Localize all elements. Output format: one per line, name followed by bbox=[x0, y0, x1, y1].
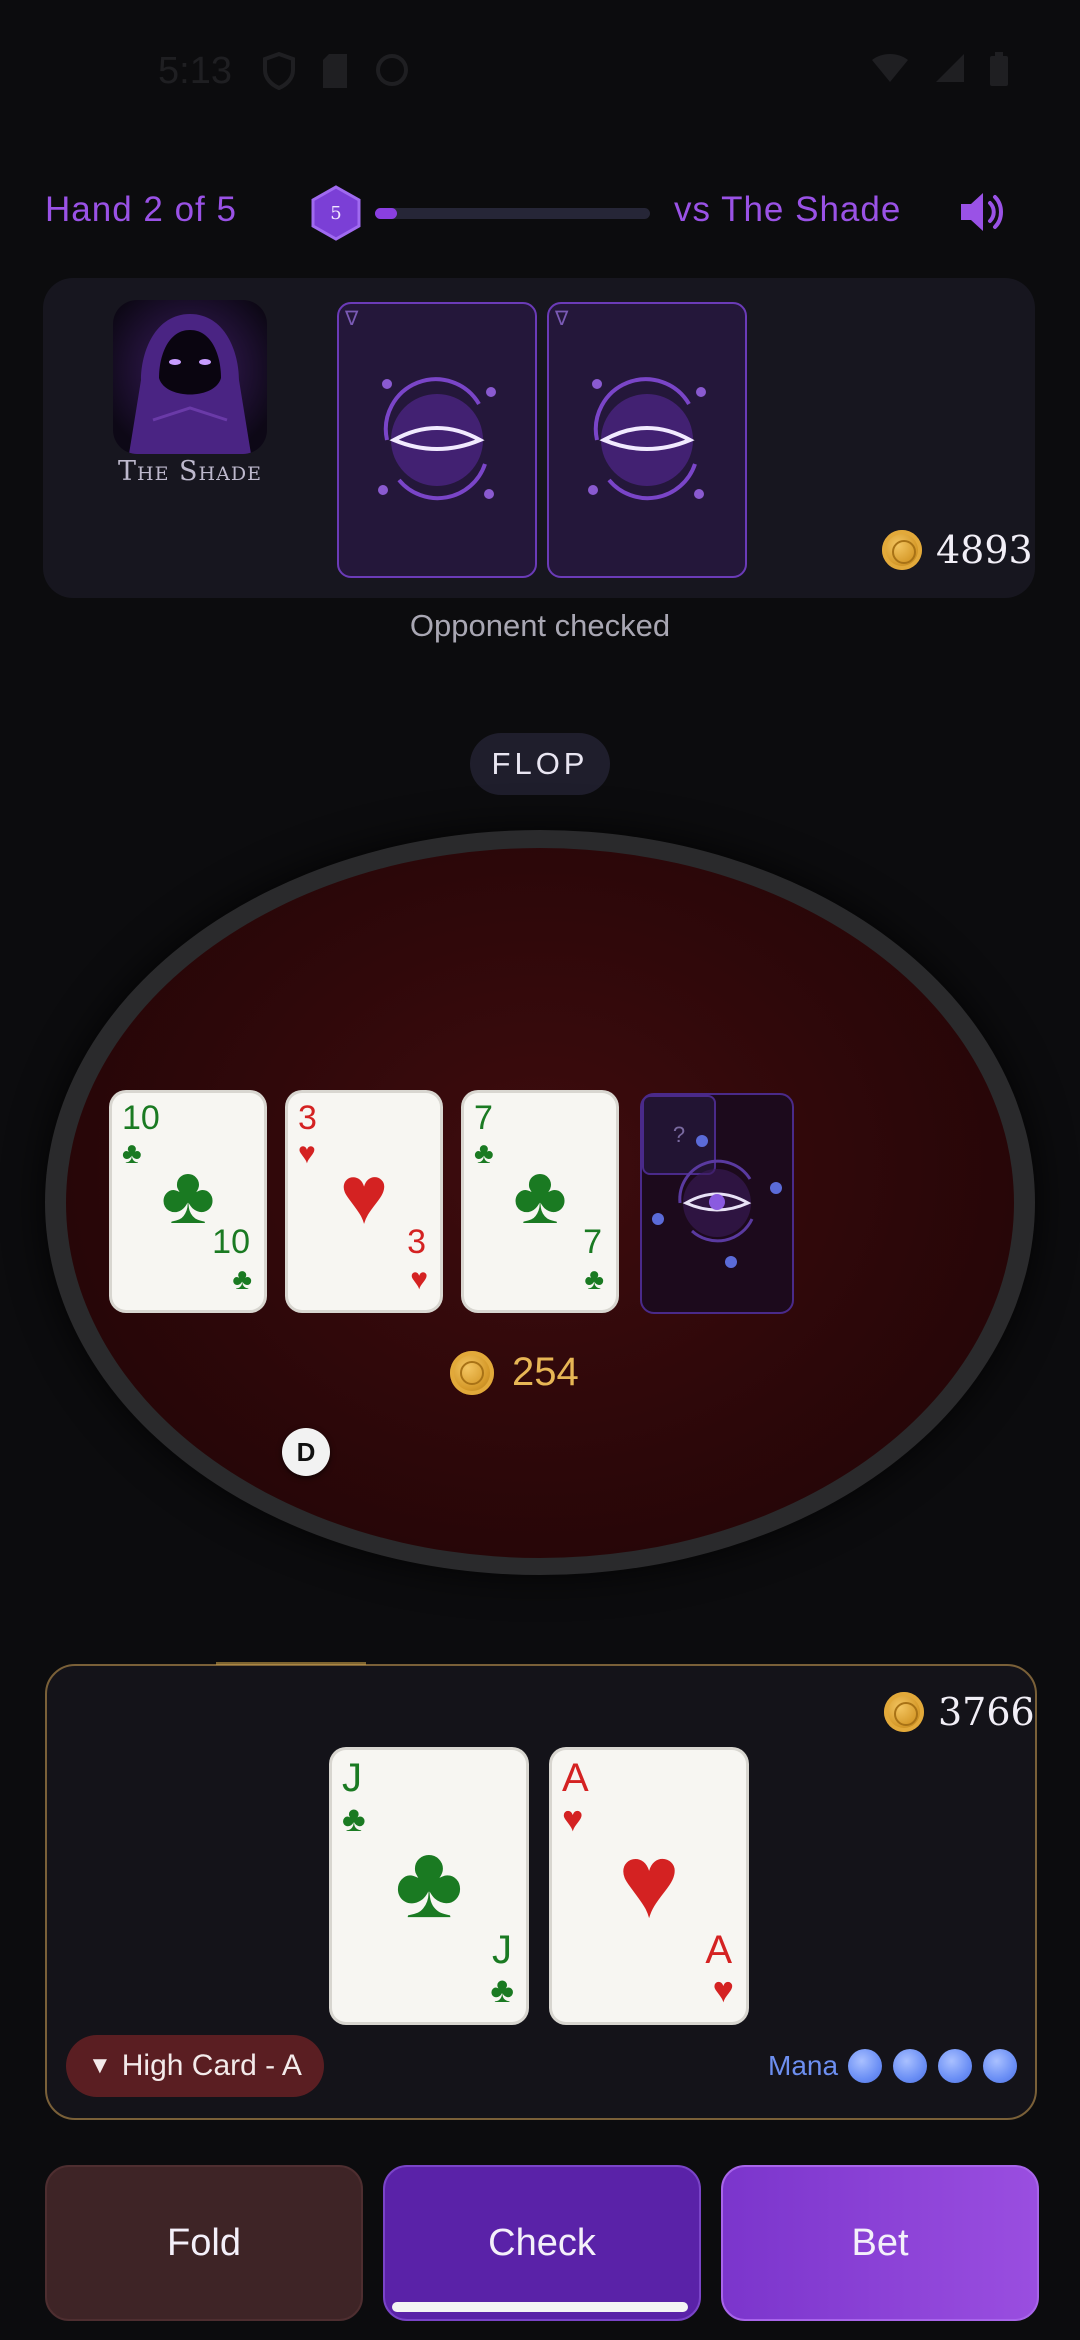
check-label: Check bbox=[488, 2221, 596, 2264]
pot-amount: 254 bbox=[512, 1350, 579, 1394]
mana-label: Mana bbox=[768, 2050, 839, 2081]
mana-orb bbox=[893, 2049, 927, 2083]
bet-button[interactable]: Bet bbox=[721, 2165, 1039, 2321]
card-rank: J bbox=[492, 1928, 512, 1972]
app-icon bbox=[376, 54, 408, 86]
card-rank: 3 bbox=[298, 1099, 317, 1137]
card-center-suit: ♥ bbox=[618, 1824, 680, 1940]
card-rank: 10 bbox=[212, 1223, 250, 1261]
coin-icon bbox=[450, 1350, 494, 1395]
opponent-chips: 4893 bbox=[936, 528, 1033, 572]
card-rank: 7 bbox=[474, 1099, 493, 1137]
dealer-button: D bbox=[282, 1428, 330, 1476]
player-chips: 3766 bbox=[938, 1690, 1035, 1734]
battery-icon bbox=[990, 52, 1008, 86]
card-suit: ♥ bbox=[712, 1969, 734, 2010]
mana-orb bbox=[938, 2049, 972, 2083]
pot-display: 254 bbox=[450, 1350, 579, 1395]
hexagon-icon: 5 bbox=[311, 185, 361, 241]
caret-down-icon: ▼ bbox=[88, 2052, 112, 2079]
bet-label: Bet bbox=[851, 2221, 909, 2264]
card-suit: ♣ bbox=[490, 1969, 514, 2010]
card-rank: 3 bbox=[407, 1223, 426, 1261]
card-suit: ♣ bbox=[232, 1263, 252, 1296]
card-center-suit: ♣ bbox=[394, 1824, 464, 1940]
eye-emblem-icon bbox=[588, 377, 706, 501]
fold-button[interactable]: Fold bbox=[45, 2165, 363, 2321]
level-number: 5 bbox=[330, 203, 341, 224]
eye-emblem-icon bbox=[652, 1135, 782, 1268]
hand-rank-toggle[interactable]: ▼ High Card - A bbox=[66, 2035, 324, 2097]
card-rank: A bbox=[562, 1756, 589, 1800]
opponent-name: The Shade bbox=[118, 456, 262, 487]
card-rank: 7 bbox=[583, 1223, 602, 1261]
fold-label: Fold bbox=[167, 2221, 241, 2264]
board-card: 3 ♥ ♥ 3 ♥ bbox=[288, 1093, 440, 1310]
opponent-avatar bbox=[113, 300, 267, 454]
status-icons-left bbox=[262, 52, 410, 90]
check-button[interactable]: Check bbox=[383, 2165, 701, 2321]
hooded-figure-icon bbox=[113, 300, 267, 454]
player-hole-card[interactable]: A ♥ ♥ A ♥ bbox=[552, 1750, 746, 2022]
hand-rank-label: High Card - A bbox=[121, 2049, 302, 2082]
level-badge: 5 bbox=[310, 185, 362, 241]
opponent-hole-card: ∇ bbox=[547, 302, 747, 578]
hand-progress-fill bbox=[375, 208, 397, 219]
board-card: 7 ♣ ♣ 7 ♣ bbox=[464, 1093, 616, 1310]
coin-icon bbox=[882, 530, 922, 570]
hand-counter: Hand 2 of 5 bbox=[45, 190, 237, 229]
status-icons-right bbox=[870, 52, 1010, 88]
eye-emblem-icon bbox=[378, 377, 496, 501]
mana-orb bbox=[983, 2049, 1017, 2083]
sound-toggle-button[interactable] bbox=[955, 186, 1007, 238]
opponent-action-status: Opponent checked bbox=[409, 608, 671, 643]
opponent-hole-card: ∇ bbox=[337, 302, 537, 578]
opponent-chip-count: 4893 bbox=[882, 528, 1033, 572]
player-panel-accent bbox=[216, 1662, 366, 1665]
hand-progress-bar bbox=[375, 208, 650, 219]
coin-icon bbox=[884, 1692, 924, 1732]
player-chip-count: 3766 bbox=[884, 1690, 1035, 1734]
sim-card-icon bbox=[323, 54, 347, 88]
wifi-icon bbox=[872, 54, 908, 82]
card-rank: A bbox=[705, 1928, 732, 1972]
mana-orb bbox=[848, 2049, 882, 2083]
mystery-card[interactable]: ? bbox=[640, 1093, 794, 1314]
player-hole-card[interactable]: J ♣ ♣ J ♣ bbox=[332, 1750, 526, 2022]
home-indicator[interactable] bbox=[392, 2302, 688, 2312]
opponent-title: vs The Shade bbox=[674, 190, 902, 229]
board-card: 10 ♣ ♣ 10 ♣ bbox=[112, 1093, 264, 1310]
card-rank: 10 bbox=[122, 1099, 160, 1137]
shield-icon bbox=[263, 52, 295, 90]
card-rank: J bbox=[342, 1756, 362, 1800]
card-suit: ♥ bbox=[410, 1263, 428, 1296]
status-time: 5:13 bbox=[158, 50, 232, 92]
speaker-icon bbox=[961, 193, 1003, 231]
signal-icon bbox=[936, 54, 964, 82]
card-suit: ♣ bbox=[584, 1263, 604, 1296]
round-stage-pill: FLOP bbox=[470, 733, 610, 795]
